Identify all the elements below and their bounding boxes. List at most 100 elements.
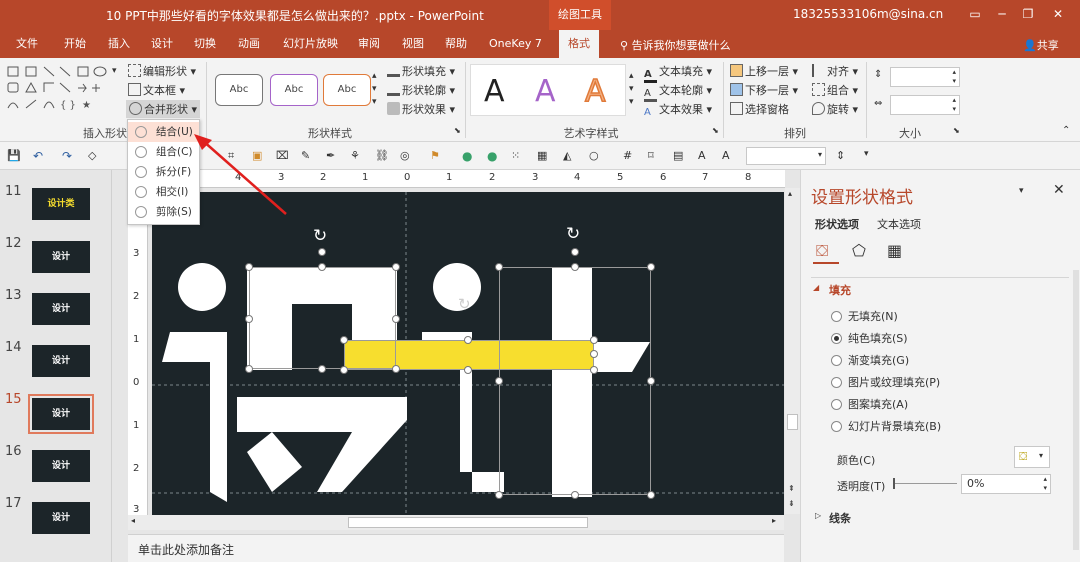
wordart-sample[interactable]: A [584,73,606,110]
expand-line-icon[interactable]: ▷ [815,511,821,520]
resize-handle[interactable] [464,336,472,344]
menu-item-fragment[interactable]: 拆分(F) [128,162,199,182]
slide-thumbnail[interactable]: 设计 [32,293,90,325]
rotate-handle-icon[interactable]: ↻ [566,224,580,244]
circle-outline-icon[interactable]: ○ [589,149,603,163]
wordart-sample[interactable]: A [535,74,556,109]
bring-forward-button[interactable]: 上移一层 ▾ [730,63,798,79]
circle-green-icon[interactable]: ● [487,149,501,163]
tab-insert[interactable]: 插入 [108,30,130,58]
slide-thumbnail[interactable]: 设计 [32,450,90,482]
tell-me-search[interactable]: ⚲ 告诉我你想要做什么 [620,37,731,53]
menu-item-intersect[interactable]: 相交(I) [128,182,199,202]
minimize-button[interactable]: ─ [992,4,1012,24]
size-launcher-icon[interactable]: ⬊ [953,126,960,135]
expand-fill-icon[interactable]: ◢ [813,283,819,292]
spinner-icon[interactable]: ▴ ▾ [952,96,956,114]
resize-handle[interactable] [571,263,579,271]
resize-handle[interactable] [590,336,598,344]
close-window-button[interactable]: ✕ [1048,4,1068,24]
undo-icon[interactable]: ↶ [33,149,47,163]
flag-icon[interactable]: ⚑ [430,149,444,163]
tab-shape-options[interactable]: 形状选项 [815,216,859,232]
slide-thumbnail[interactable]: 设计 [32,345,90,377]
selection-pane-button[interactable]: 选择窗格 [730,101,789,117]
save-icon[interactable]: 💾 [7,149,21,163]
rotate-button[interactable]: 旋转 ▾ [812,101,858,117]
share-button[interactable]: 👤共享 [1023,37,1059,53]
text-effects-button[interactable]: A 文本效果 ▾ [644,101,712,120]
resize-handle[interactable] [392,315,400,323]
resize-handle[interactable] [318,248,326,256]
thumbnails-scrollbar[interactable] [112,170,120,562]
fill-option-picture[interactable]: 图片或纹理填充(P) [831,374,940,390]
shape-style-sample[interactable]: Abc [215,74,263,106]
tab-view[interactable]: 视图 [402,30,424,58]
textbox-icon[interactable]: ▤ [673,149,687,163]
fill-section-header[interactable]: 填充 [829,282,851,298]
slide-thumbnail[interactable]: 设计类 [32,188,90,220]
resize-handle[interactable] [392,263,400,271]
resize-handle[interactable] [571,248,579,256]
tab-design[interactable]: 设计 [151,30,173,58]
shape-width-input[interactable]: ▴ ▾ [890,95,960,115]
text-fill-button[interactable]: A 文本填充 ▾ [644,63,712,83]
menu-item-subtract[interactable]: 剪除(S) [128,202,199,222]
customize-qat-icon[interactable]: ▾ [864,149,878,163]
eyedropper-icon[interactable]: ✎ [301,149,315,163]
shape-fill-button[interactable]: 形状填充 ▾ [387,63,455,79]
horizontal-scrollbar[interactable]: ◂ ▸ [128,515,784,530]
size-properties-icon[interactable]: ▦ [887,241,902,260]
scroll-thumb[interactable] [787,414,798,430]
fill-line-icon[interactable]: ⛋ [816,241,828,261]
line-section-header[interactable]: 线条 [829,510,851,526]
scroll-right-icon[interactable]: ▸ [772,516,776,525]
resize-handle[interactable] [590,350,598,358]
transparency-slider[interactable] [893,478,957,489]
wordart-gallery[interactable]: A A A [470,64,626,116]
fill-icon[interactable]: ◭ [563,149,577,163]
link-icon[interactable]: ⛓ [375,149,389,163]
resize-handle[interactable] [464,366,472,374]
fill-option-gradient[interactable]: 渐变填充(G) [831,352,909,368]
shapes-more-icon[interactable]: ▾ [112,66,117,76]
tab-onekey[interactable]: OneKey 7 [489,30,542,58]
scroll-up-icon[interactable]: ▴ [788,189,792,198]
fill-color-picker[interactable]: ⛋ ▾ [1014,446,1050,468]
slider-thumb[interactable] [893,478,895,489]
wordart-launcher-icon[interactable]: ⬊ [712,126,719,135]
shapes-icon[interactable]: ◇ [88,149,102,163]
pen-icon[interactable]: ✒ [326,149,340,163]
wordart-sample[interactable]: A [484,74,505,109]
ribbon-display-icon[interactable]: ▭ [965,4,985,24]
group-button[interactable]: 组合 ▾ [812,82,858,98]
effects-pentagon-icon[interactable]: ⬠ [852,241,866,260]
resize-handle[interactable] [495,491,503,499]
shape-effects-button[interactable]: 形状效果 ▾ [387,101,455,117]
font-size-dropdown[interactable]: ▾ [746,147,826,165]
frame-icon[interactable]: ⌑ [648,149,662,163]
pane-options-chevron-icon[interactable]: ▾ [1019,186,1024,196]
notes-pane[interactable]: 单击此处添加备注 [128,534,784,562]
edit-shape-button[interactable]: 编辑形状 ▾ [128,63,196,79]
font-shrink-icon[interactable]: A [722,149,736,163]
resize-handle[interactable] [318,365,326,373]
align-button[interactable]: 对齐 ▾ [812,63,858,79]
tab-home[interactable]: 开始 [64,30,86,58]
shape-outline-button[interactable]: 形状轮廓 ▾ [387,82,455,98]
tab-format[interactable]: 格式 [559,30,599,58]
shape-styles-more-icon[interactable]: ▴ ▾ ▾ [372,70,377,109]
slide-canvas[interactable]: ↻ ↻ ↻ [152,192,784,516]
tab-transitions[interactable]: 切换 [194,30,216,58]
restore-button[interactable]: ❐ [1018,4,1038,24]
fill-option-slide-background[interactable]: 幻灯片背景填充(B) [831,418,941,434]
tab-slideshow[interactable]: 幻灯片放映 [283,30,338,58]
font-grow-icon[interactable]: A [698,149,712,163]
hash-icon[interactable]: # [623,149,637,163]
resize-handle[interactable] [392,365,400,373]
menu-item-union[interactable]: 结合(U) [128,122,199,142]
resize-handle[interactable] [340,366,348,374]
scroll-left-icon[interactable]: ◂ [131,516,135,525]
format-painter-icon[interactable]: ⚘ [350,149,364,163]
grid-icon[interactable]: ⁙ [511,149,525,163]
